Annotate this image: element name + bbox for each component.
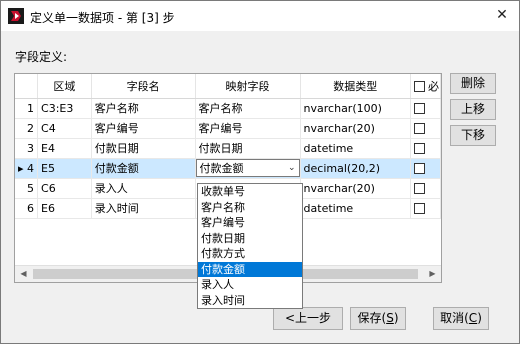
combobox-value: 付款金额 bbox=[199, 162, 244, 175]
mapped-field-combobox[interactable]: 付款金额 ⌄ bbox=[195, 159, 300, 177]
cell-field-name[interactable]: 录入时间 bbox=[91, 198, 196, 219]
mapped-field-dropdown-list: 收款单号 客户名称 客户编号 付款日期 付款方式 付款金额 录入人 录入时间 bbox=[197, 183, 303, 309]
dialog-window: 定义单一数据项 - 第 [3] 步 ✕ 字段定义: 区域 字段名 映射字段 数据… bbox=[0, 0, 520, 344]
dropdown-option[interactable]: 客户编号 bbox=[198, 215, 302, 231]
required-checkbox[interactable] bbox=[413, 203, 425, 214]
cancel-button[interactable]: 取消(C) bbox=[433, 307, 489, 330]
delete-button[interactable]: 删除 bbox=[450, 73, 496, 94]
current-row-marker-icon: ▸ bbox=[18, 161, 24, 175]
cell-field-name[interactable]: 录入人 bbox=[91, 178, 196, 199]
header-checkbox[interactable] bbox=[413, 81, 425, 93]
dropdown-option[interactable]: 客户名称 bbox=[198, 200, 302, 216]
cell-mapped-field[interactable]: 客户名称 bbox=[195, 98, 301, 119]
row-number: 2 bbox=[15, 118, 39, 139]
cancel-button-hotkey: C bbox=[468, 311, 478, 325]
cell-required bbox=[410, 138, 441, 159]
scroll-right-icon[interactable]: ▶ bbox=[424, 266, 441, 282]
cell-required bbox=[410, 98, 441, 119]
cell-mapped-field[interactable]: 客户编号 bbox=[195, 118, 301, 139]
dropdown-option-highlighted[interactable]: 付款金额 bbox=[198, 261, 302, 277]
cell-required bbox=[410, 198, 441, 219]
cell-data-type[interactable]: nvarchar(100) bbox=[300, 98, 411, 119]
cell-required bbox=[410, 118, 441, 139]
cell-required bbox=[410, 178, 441, 199]
save-button-hotkey: S bbox=[386, 311, 394, 325]
cancel-button-label-tail: ) bbox=[477, 311, 482, 325]
cell-field-name[interactable]: 客户名称 bbox=[91, 98, 196, 119]
save-button-label: 保存( bbox=[357, 311, 387, 325]
cell-mapped-field[interactable]: 付款日期 bbox=[195, 138, 301, 159]
row-number: 6 bbox=[15, 198, 39, 219]
cell-area[interactable]: E5 bbox=[37, 158, 92, 179]
table-row[interactable]: 2 C4 客户编号 客户编号 nvarchar(20) bbox=[15, 118, 441, 139]
previous-step-button[interactable]: <上一步 bbox=[273, 307, 343, 330]
cell-field-name[interactable]: 付款金额 bbox=[91, 158, 196, 179]
move-up-button[interactable]: 上移 bbox=[450, 99, 496, 120]
cell-data-type[interactable]: nvarchar(20) bbox=[300, 178, 411, 199]
cell-data-type[interactable]: datetime bbox=[300, 198, 411, 219]
cell-area[interactable]: C4 bbox=[37, 118, 92, 139]
move-down-button[interactable]: 下移 bbox=[450, 125, 496, 146]
scroll-left-icon[interactable]: ◀ bbox=[15, 266, 32, 282]
close-button[interactable]: ✕ bbox=[493, 6, 511, 24]
row-number-text: 4 bbox=[27, 161, 35, 175]
column-header-area[interactable]: 区域 bbox=[37, 74, 92, 99]
row-number: 5 bbox=[15, 178, 39, 199]
window-title: 定义单一数据项 - 第 [3] 步 bbox=[30, 11, 175, 25]
cell-area[interactable]: E6 bbox=[37, 198, 92, 219]
dropdown-option[interactable]: 录入时间 bbox=[198, 293, 302, 309]
required-checkbox[interactable] bbox=[413, 183, 425, 194]
dropdown-option[interactable]: 录入人 bbox=[198, 277, 302, 293]
column-header-data-type[interactable]: 数据类型 bbox=[300, 74, 411, 99]
table-header-row: 区域 字段名 映射字段 数据类型 必 bbox=[15, 74, 441, 99]
cell-data-type[interactable]: datetime bbox=[300, 138, 411, 159]
cell-mapped-field[interactable]: 付款金额 ⌄ bbox=[195, 158, 301, 179]
chevron-down-icon[interactable]: ⌄ bbox=[288, 163, 296, 173]
table-row-selected[interactable]: ▸ 4 E5 付款金额 付款金额 ⌄ decimal(20,2) bbox=[15, 158, 441, 179]
dropdown-option[interactable]: 收款单号 bbox=[198, 184, 302, 200]
row-number: 3 bbox=[15, 138, 39, 159]
required-checkbox[interactable] bbox=[413, 123, 425, 134]
cell-area[interactable]: C3:E3 bbox=[37, 98, 92, 119]
title-bar: 定义单一数据项 - 第 [3] 步 ✕ bbox=[1, 1, 519, 31]
cell-field-name[interactable]: 付款日期 bbox=[91, 138, 196, 159]
app-logo-icon bbox=[8, 8, 24, 24]
row-number: ▸ 4 bbox=[15, 158, 39, 179]
cell-data-type[interactable]: nvarchar(20) bbox=[300, 118, 411, 139]
cell-required bbox=[410, 158, 441, 179]
column-header-mapped-field[interactable]: 映射字段 bbox=[195, 74, 301, 99]
row-number: 1 bbox=[15, 98, 39, 119]
column-header-field-name[interactable]: 字段名 bbox=[91, 74, 196, 99]
field-definition-label: 字段定义: bbox=[15, 50, 68, 64]
save-button[interactable]: 保存(S) bbox=[350, 307, 406, 330]
table-row[interactable]: 1 C3:E3 客户名称 客户名称 nvarchar(100) bbox=[15, 98, 441, 119]
column-header-required-label: 必 bbox=[427, 79, 439, 93]
cell-area[interactable]: E4 bbox=[37, 138, 92, 159]
required-checkbox[interactable] bbox=[413, 163, 425, 174]
cell-data-type[interactable]: decimal(20,2) bbox=[300, 158, 411, 179]
dropdown-option[interactable]: 付款日期 bbox=[198, 231, 302, 247]
required-checkbox[interactable] bbox=[413, 103, 425, 114]
column-header-required[interactable]: 必 bbox=[410, 74, 441, 99]
dropdown-option[interactable]: 付款方式 bbox=[198, 246, 302, 262]
row-number-header bbox=[15, 74, 39, 99]
required-checkbox[interactable] bbox=[413, 143, 425, 154]
cell-field-name[interactable]: 客户编号 bbox=[91, 118, 196, 139]
cell-area[interactable]: C6 bbox=[37, 178, 92, 199]
cancel-button-label: 取消( bbox=[440, 311, 469, 325]
save-button-label-tail: ) bbox=[393, 311, 399, 325]
table-row[interactable]: 3 E4 付款日期 付款日期 datetime bbox=[15, 138, 441, 159]
